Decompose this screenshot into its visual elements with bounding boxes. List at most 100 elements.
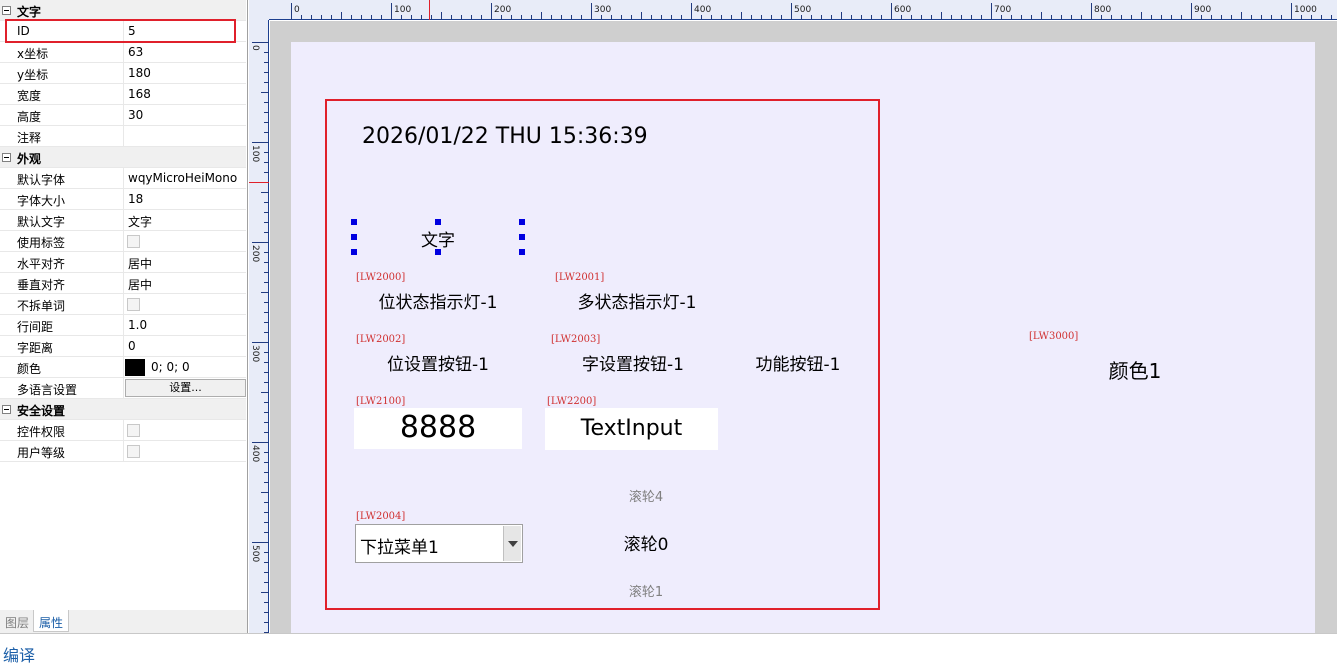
prop-row-user-level[interactable]: 用户等级 <box>0 441 246 462</box>
prop-row-no-word-break[interactable]: 不拆单词 <box>0 294 246 315</box>
color-widget[interactable]: 颜色1 <box>1051 355 1219 384</box>
prop-value[interactable]: 居中 <box>123 252 246 272</box>
prop-name: 用户等级 <box>17 446 66 460</box>
category-appearance[interactable]: 外观 <box>0 147 246 168</box>
prop-name: 字距离 <box>17 341 54 355</box>
prop-row-font-size[interactable]: 字体大小 18 <box>0 189 246 210</box>
resize-handle[interactable] <box>519 249 525 255</box>
prop-value[interactable]: 18 <box>123 189 246 209</box>
prop-row-use-tag[interactable]: 使用标签 <box>0 231 246 252</box>
design-canvas[interactable]: 2026/01/22 THU 15:36:39 文字 [LW2000] 位状态指… <box>270 21 1337 633</box>
address-tag: [LW2002] <box>356 334 406 345</box>
prop-name: y坐标 <box>17 68 49 82</box>
property-panel: 文字 ID 5 x坐标 63 y坐标 180 宽度 168 高度 30 注释 外… <box>0 0 248 610</box>
prop-value[interactable] <box>123 126 246 146</box>
collapse-icon[interactable] <box>2 405 11 414</box>
prop-row-letter-spacing[interactable]: 字距离 0 <box>0 336 246 357</box>
numeric-display-widget[interactable]: 8888 <box>354 408 522 449</box>
prop-value-cell[interactable]: 0; 0; 0 <box>123 357 246 377</box>
no-word-break-checkbox[interactable] <box>127 298 140 311</box>
ruler-label: 500 <box>794 5 811 15</box>
ruler-label: 500 <box>250 545 260 562</box>
roller-current-item[interactable]: 滚轮0 <box>562 530 730 555</box>
resize-handle[interactable] <box>435 249 441 255</box>
color-swatch[interactable] <box>125 359 145 376</box>
prop-row-height[interactable]: 高度 30 <box>0 105 246 126</box>
word-set-button-widget[interactable]: 字设置按钮-1 <box>549 350 717 375</box>
prop-value[interactable]: 文字 <box>123 210 246 230</box>
resize-handle[interactable] <box>519 219 525 225</box>
prop-value[interactable]: 1.0 <box>123 315 246 335</box>
prop-value[interactable]: 63 <box>123 42 246 62</box>
text-widget-selected[interactable]: 文字 <box>354 226 522 251</box>
prop-row-comment[interactable]: 注释 <box>0 126 246 147</box>
address-tag: [LW2000] <box>356 272 406 283</box>
datetime-display[interactable]: 2026/01/22 THU 15:36:39 <box>362 124 648 149</box>
prop-value[interactable]: 168 <box>123 84 246 104</box>
prop-name: 高度 <box>17 110 42 124</box>
prop-row-x[interactable]: x坐标 63 <box>0 42 246 63</box>
ruler-left-ticks: 0 100 200 300 400 500 <box>249 42 269 633</box>
ruler-label: 0 <box>250 45 260 51</box>
prop-row-multilang[interactable]: 多语言设置 设置... <box>0 378 246 399</box>
text-input-widget[interactable]: TextInput <box>545 408 718 450</box>
resize-handle[interactable] <box>351 249 357 255</box>
prop-value[interactable]: 居中 <box>123 273 246 293</box>
use-tag-checkbox[interactable] <box>127 235 140 248</box>
resize-handle[interactable] <box>435 219 441 225</box>
tab-properties[interactable]: 属性 <box>33 610 70 632</box>
prop-row-v-align[interactable]: 垂直对齐 居中 <box>0 273 246 294</box>
category-text[interactable]: 文字 <box>0 0 246 21</box>
prop-row-line-spacing[interactable]: 行间距 1.0 <box>0 315 246 336</box>
prop-name: 注释 <box>17 131 42 145</box>
tab-layers[interactable]: 图层 <box>0 610 34 632</box>
ruler-label: 900 <box>1194 5 1211 15</box>
ruler-label: 300 <box>594 5 611 15</box>
hmi-screen[interactable]: 2026/01/22 THU 15:36:39 文字 [LW2000] 位状态指… <box>291 42 1315 633</box>
prop-row-default-text[interactable]: 默认文字 文字 <box>0 210 246 231</box>
dropdown-widget[interactable]: 下拉菜单1 <box>355 524 523 563</box>
compile-tab[interactable]: 编译 <box>3 642 35 666</box>
bit-set-button-widget[interactable]: 位设置按钮-1 <box>354 350 522 375</box>
user-level-checkbox[interactable] <box>127 445 140 458</box>
prop-value-cell <box>123 231 246 251</box>
prop-value-cell <box>123 294 246 314</box>
prop-row-h-align[interactable]: 水平对齐 居中 <box>0 252 246 273</box>
prop-name: 控件权限 <box>17 425 66 439</box>
permission-checkbox[interactable] <box>127 424 140 437</box>
prop-name: 垂直对齐 <box>17 278 66 292</box>
prop-name: 字体大小 <box>17 194 66 208</box>
prop-value[interactable]: 0 <box>123 336 246 356</box>
prop-row-width[interactable]: 宽度 168 <box>0 84 246 105</box>
prop-name: 使用标签 <box>17 236 66 250</box>
function-button-widget[interactable]: 功能按钮-1 <box>714 350 882 375</box>
prop-name: 不拆单词 <box>17 299 66 313</box>
prop-name: 默认字体 <box>17 173 66 187</box>
roller-next-item[interactable]: 滚轮1 <box>562 581 730 600</box>
collapse-icon[interactable] <box>2 153 11 162</box>
category-label: 外观 <box>17 152 42 166</box>
resize-handle[interactable] <box>351 234 357 240</box>
prop-row-font[interactable]: 默认字体 wqyMicroHeiMono <box>0 168 246 189</box>
prop-value-cell <box>123 420 246 440</box>
prop-value[interactable]: 30 <box>123 105 246 125</box>
category-security[interactable]: 安全设置 <box>0 399 246 420</box>
multi-state-indicator-widget[interactable]: 多状态指示灯-1 <box>553 288 721 313</box>
prop-name: 行间距 <box>17 320 54 334</box>
resize-handle[interactable] <box>519 234 525 240</box>
prop-value[interactable]: 180 <box>123 63 246 83</box>
chevron-down-icon[interactable] <box>503 526 521 561</box>
prop-row-y[interactable]: y坐标 180 <box>0 63 246 84</box>
roller-prev-item[interactable]: 滚轮4 <box>562 486 730 505</box>
resize-handle[interactable] <box>351 219 357 225</box>
category-label: 安全设置 <box>17 404 66 418</box>
ruler-top: 0 100 200 300 400 500 600 700 800 900 1000 <box>269 0 1337 20</box>
prop-value-cell: 设置... <box>123 378 246 398</box>
prop-value[interactable]: wqyMicroHeiMono <box>123 168 246 188</box>
collapse-icon[interactable] <box>2 6 11 15</box>
bit-indicator-widget[interactable]: 位状态指示灯-1 <box>354 288 522 313</box>
multilang-settings-button[interactable]: 设置... <box>125 379 246 397</box>
prop-row-color[interactable]: 颜色 0; 0; 0 <box>0 357 246 378</box>
prop-name: 多语言设置 <box>17 383 78 397</box>
prop-row-permission[interactable]: 控件权限 <box>0 420 246 441</box>
